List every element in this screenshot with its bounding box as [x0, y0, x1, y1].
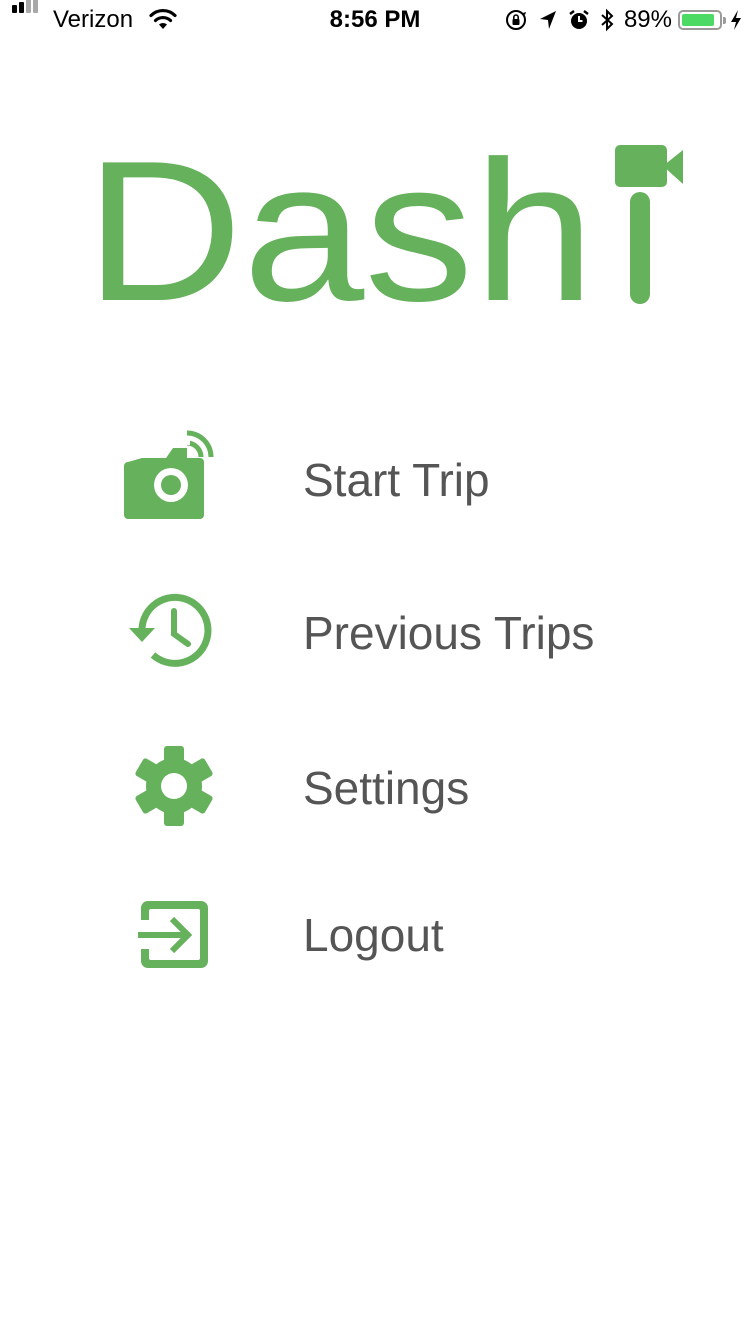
camera-broadcast-icon [124, 430, 214, 519]
main-menu: Start Trip Previous Trips Settings Logou… [0, 0, 750, 1334]
previous-trips-button[interactable]: Previous Trips [120, 578, 680, 688]
settings-button[interactable]: Settings [120, 733, 680, 843]
gear-icon [135, 746, 213, 826]
logout-button[interactable]: Logout [120, 880, 680, 990]
previous-trips-label: Previous Trips [303, 607, 595, 659]
start-trip-button[interactable]: Start Trip [120, 425, 680, 535]
logout-label: Logout [303, 909, 444, 961]
history-clock-icon [129, 593, 212, 667]
start-trip-label: Start Trip [303, 454, 490, 506]
exit-arrow-icon [130, 901, 208, 968]
settings-label: Settings [303, 762, 470, 814]
